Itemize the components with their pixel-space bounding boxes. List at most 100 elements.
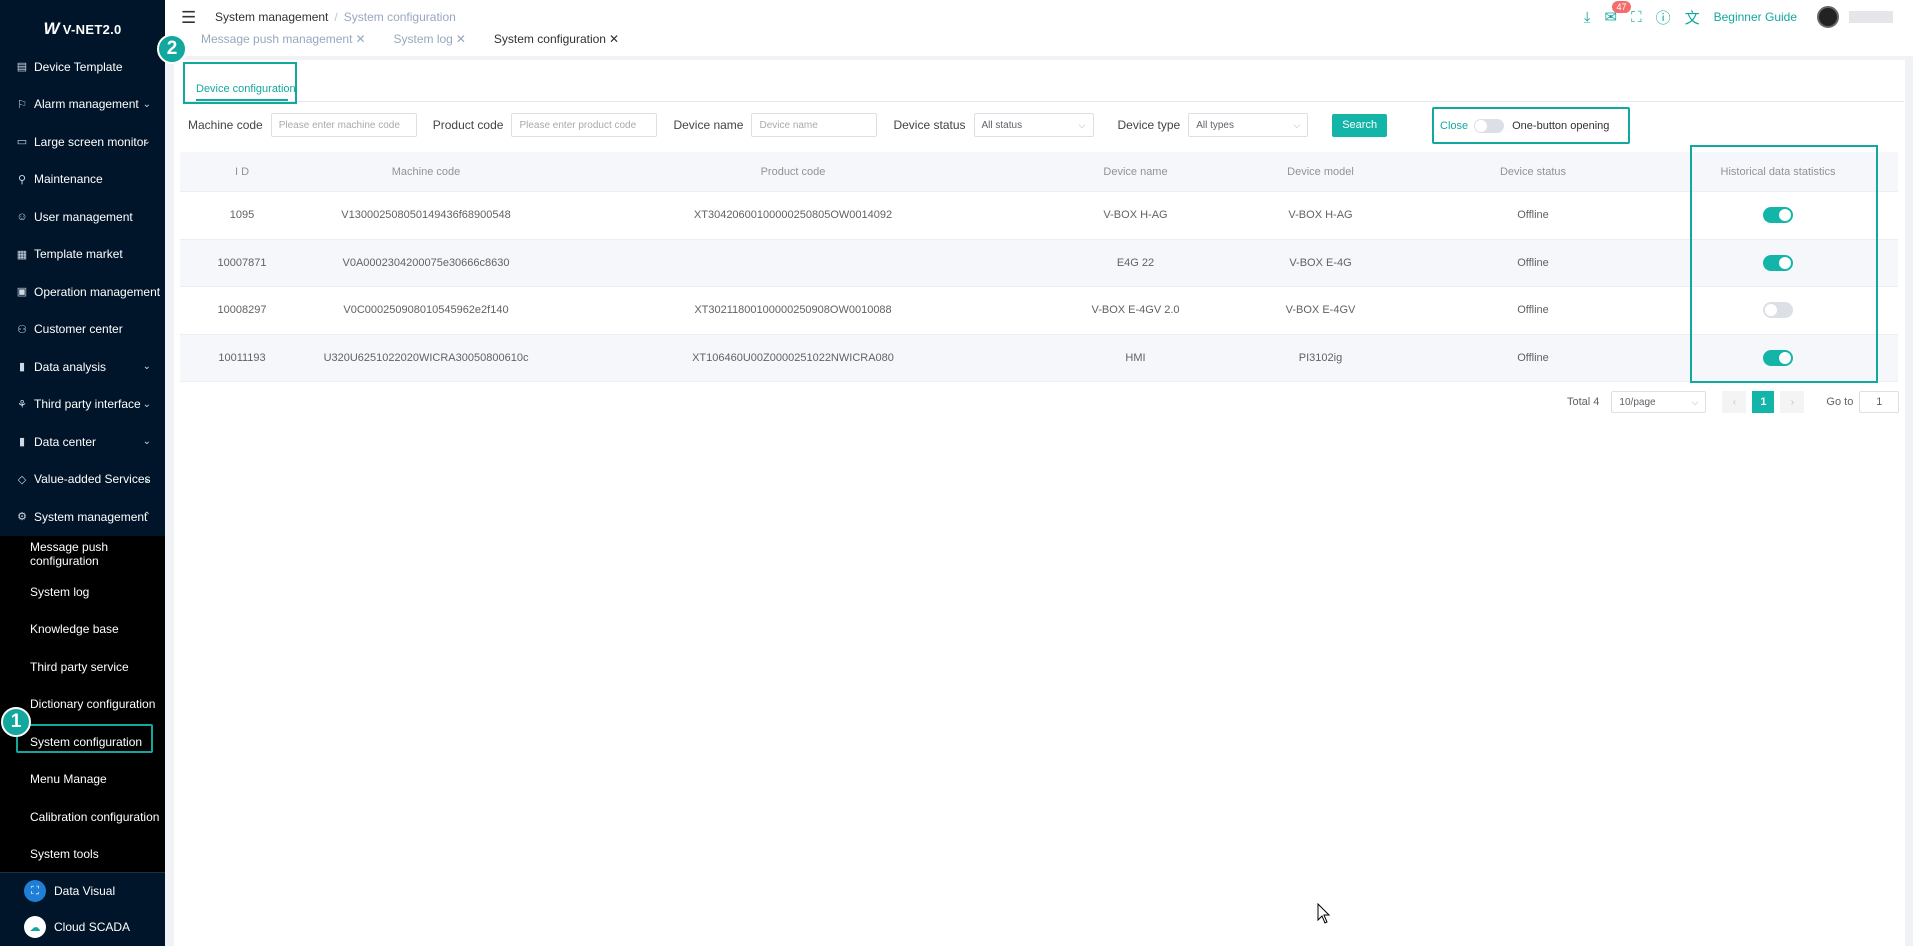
sidebar-item-third-party-interface[interactable]: ⚘ Third party interface ⌄ — [0, 386, 165, 424]
cell-product-code: XT30211800100000250908OW0010088 — [694, 304, 892, 317]
mouse-cursor-icon — [1317, 903, 1331, 924]
submenu-item-calibration-configuration[interactable]: Calibration configuration — [0, 798, 165, 836]
tab-message-push-management[interactable]: Message push management ✕ — [201, 32, 366, 46]
submenu-item-label: Menu Manage — [30, 772, 107, 787]
bottom-item-cloud-scada[interactable]: ☁ Cloud SCADA — [0, 909, 165, 945]
cell-device-name: V-BOX H-AG — [1103, 209, 1168, 222]
fullscreen-icon[interactable]: ⛶ — [1631, 9, 1642, 26]
sidebar-menu: ▤ Device Template ⚐ Alarm management ⌄ ▭ Large… — [0, 48, 165, 536]
alarm-icon: ⚐ — [17, 98, 27, 111]
message-icon[interactable]: ✉ 47 — [1604, 1, 1631, 26]
download-icon[interactable]: ⤓ — [1584, 9, 1591, 26]
close-label: Close — [1440, 119, 1469, 132]
goto-page-input[interactable]: 1 — [1859, 391, 1900, 413]
sidebar-item-template-market[interactable]: ▦ Template market — [0, 236, 165, 274]
historical-data-toggle[interactable] — [1763, 254, 1793, 271]
cell-id: 10011193 — [218, 351, 266, 364]
sidebar-bottom: ⛶ Data Visual ☁ Cloud SCADA — [0, 872, 165, 946]
one-button-toggle[interactable] — [1474, 118, 1505, 133]
sidebar-item-label: Third party interface — [34, 397, 141, 412]
device-status-value: All status — [981, 119, 1023, 131]
machine-code-label: Machine code — [188, 118, 263, 132]
tab-device-configuration[interactable]: Device configuration — [196, 83, 296, 95]
sidebar-item-label: Alarm management — [34, 97, 139, 112]
historical-data-toggle[interactable] — [1763, 207, 1793, 224]
device-status-select[interactable]: All status ⌵ — [973, 113, 1094, 137]
submenu-item-third-party-service[interactable]: Third party service — [0, 648, 165, 686]
translate-icon[interactable]: 文 — [1685, 7, 1700, 28]
template-icon: ▤ — [16, 61, 28, 74]
tab-system-configuration[interactable]: System configuration ✕ — [494, 32, 619, 46]
submenu-item-system-log[interactable]: System log — [0, 573, 165, 611]
submenu-item-menu-manage[interactable]: Menu Manage — [0, 761, 165, 799]
submenu-item-message-push-configuration[interactable]: Message push configuration — [0, 536, 165, 574]
sidebar-item-label: Device Template — [34, 59, 123, 74]
sidebar-item-user-management[interactable]: ☺ User management — [0, 198, 165, 236]
submenu-item-system-tools[interactable]: System tools — [0, 836, 165, 874]
avatar[interactable] — [1817, 6, 1839, 28]
sidebar-item-data-center[interactable]: ▮ Data center ⌄ — [0, 423, 165, 461]
cell-historical — [1658, 302, 1898, 319]
page-size-select[interactable]: 10/page ⌵ — [1611, 391, 1707, 413]
chevron-down-icon: ⌵ — [1293, 119, 1301, 130]
chevron-down-icon: ⌄ — [142, 436, 151, 448]
page-tabs: Message push management ✕ System log ✕ Syste… — [201, 32, 647, 46]
breadcrumb-root[interactable]: System management — [215, 10, 328, 24]
column-header-product-code: Product code — [760, 165, 826, 178]
info-icon[interactable]: ⓘ — [1656, 7, 1671, 28]
username-placeholder[interactable] — [1849, 11, 1893, 23]
sidebar-item-system-management[interactable]: ⚙ System management ⌃ — [0, 498, 165, 536]
sidebar-item-alarm-management[interactable]: ⚐ Alarm management ⌄ — [0, 86, 165, 124]
historical-data-toggle[interactable] — [1763, 302, 1793, 319]
pagination-total: Total 4 — [1567, 396, 1600, 408]
chart-icon: ▮ — [18, 361, 26, 374]
cell-device-name: E4G 22 — [1116, 256, 1155, 269]
sidebar-item-data-analysis[interactable]: ▮ Data analysis ⌄ — [0, 348, 165, 386]
bottom-item-data-visual[interactable]: ⛶ Data Visual — [0, 873, 165, 909]
tab-system-log[interactable]: System log ✕ — [394, 32, 466, 46]
close-icon[interactable]: ✕ — [355, 32, 365, 46]
submenu-item-label: System log — [30, 584, 90, 599]
cloud-icon: ☁ — [24, 916, 46, 938]
interface-icon: ⚘ — [17, 398, 27, 411]
close-icon[interactable]: ✕ — [456, 32, 466, 46]
device-type-select[interactable]: All types ⌵ — [1188, 113, 1309, 137]
cell-device-model: V-BOX E-4GV — [1285, 304, 1356, 317]
header: ☰ System management / System configuration… — [165, 0, 1913, 56]
sidebar-item-customer-center[interactable]: ⚇ Customer center — [0, 311, 165, 349]
cell-status: Offline — [1517, 304, 1549, 317]
sidebar-item-label: Maintenance — [34, 172, 103, 187]
device-name-input[interactable]: Device name — [751, 113, 878, 137]
cell-status: Offline — [1517, 209, 1549, 222]
table-header-row: I D Machine code Product code Device name De… — [180, 152, 1898, 192]
chevron-down-icon: ⌄ — [142, 398, 151, 410]
table-row: 10008297 V0C000250908010545962e2f140 XT302… — [180, 287, 1898, 335]
hamburger-icon[interactable]: ☰ — [181, 8, 196, 28]
cell-product-code: XT30420600100000250805OW0014092 — [693, 209, 893, 222]
historical-data-toggle[interactable] — [1763, 349, 1793, 366]
close-icon[interactable]: ✕ — [609, 32, 619, 46]
product-code-input[interactable]: Please enter product code — [511, 113, 658, 137]
column-header-device-status: Device status — [1499, 165, 1567, 178]
sidebar-item-operation-management[interactable]: ▣ Operation management — [0, 273, 165, 311]
cell-status: Offline — [1517, 351, 1549, 364]
cell-historical — [1658, 349, 1898, 366]
search-button[interactable]: Search — [1332, 113, 1388, 137]
beginner-guide-link[interactable]: Beginner Guide — [1714, 10, 1797, 24]
sidebar-item-large-screen-monitor[interactable]: ▭ Large screen monitor ⌄ — [0, 123, 165, 161]
cell-device-model: PI3102ig — [1298, 351, 1343, 364]
prev-page-button[interactable]: ‹ — [1722, 391, 1747, 413]
sidebar-item-value-added-services[interactable]: ◇ Value-added Services ⌄ — [0, 461, 165, 499]
sidebar-item-maintenance[interactable]: ⚲ Maintenance — [0, 161, 165, 199]
data-center-icon: ▮ — [18, 436, 26, 449]
customer-icon: ⚇ — [17, 323, 27, 336]
chevron-down-icon: ⌄ — [142, 361, 151, 373]
submenu-item-knowledge-base[interactable]: Knowledge base — [0, 611, 165, 649]
next-page-button[interactable]: › — [1780, 391, 1805, 413]
bottom-item-label: Cloud SCADA — [54, 920, 131, 934]
sidebar-item-device-template[interactable]: ▤ Device Template — [0, 48, 165, 86]
page-number-current[interactable]: 1 — [1752, 391, 1775, 413]
submenu-item-label: Third party service — [30, 659, 129, 674]
operation-icon: ▣ — [16, 286, 28, 299]
machine-code-input[interactable]: Please enter machine code — [270, 113, 417, 137]
